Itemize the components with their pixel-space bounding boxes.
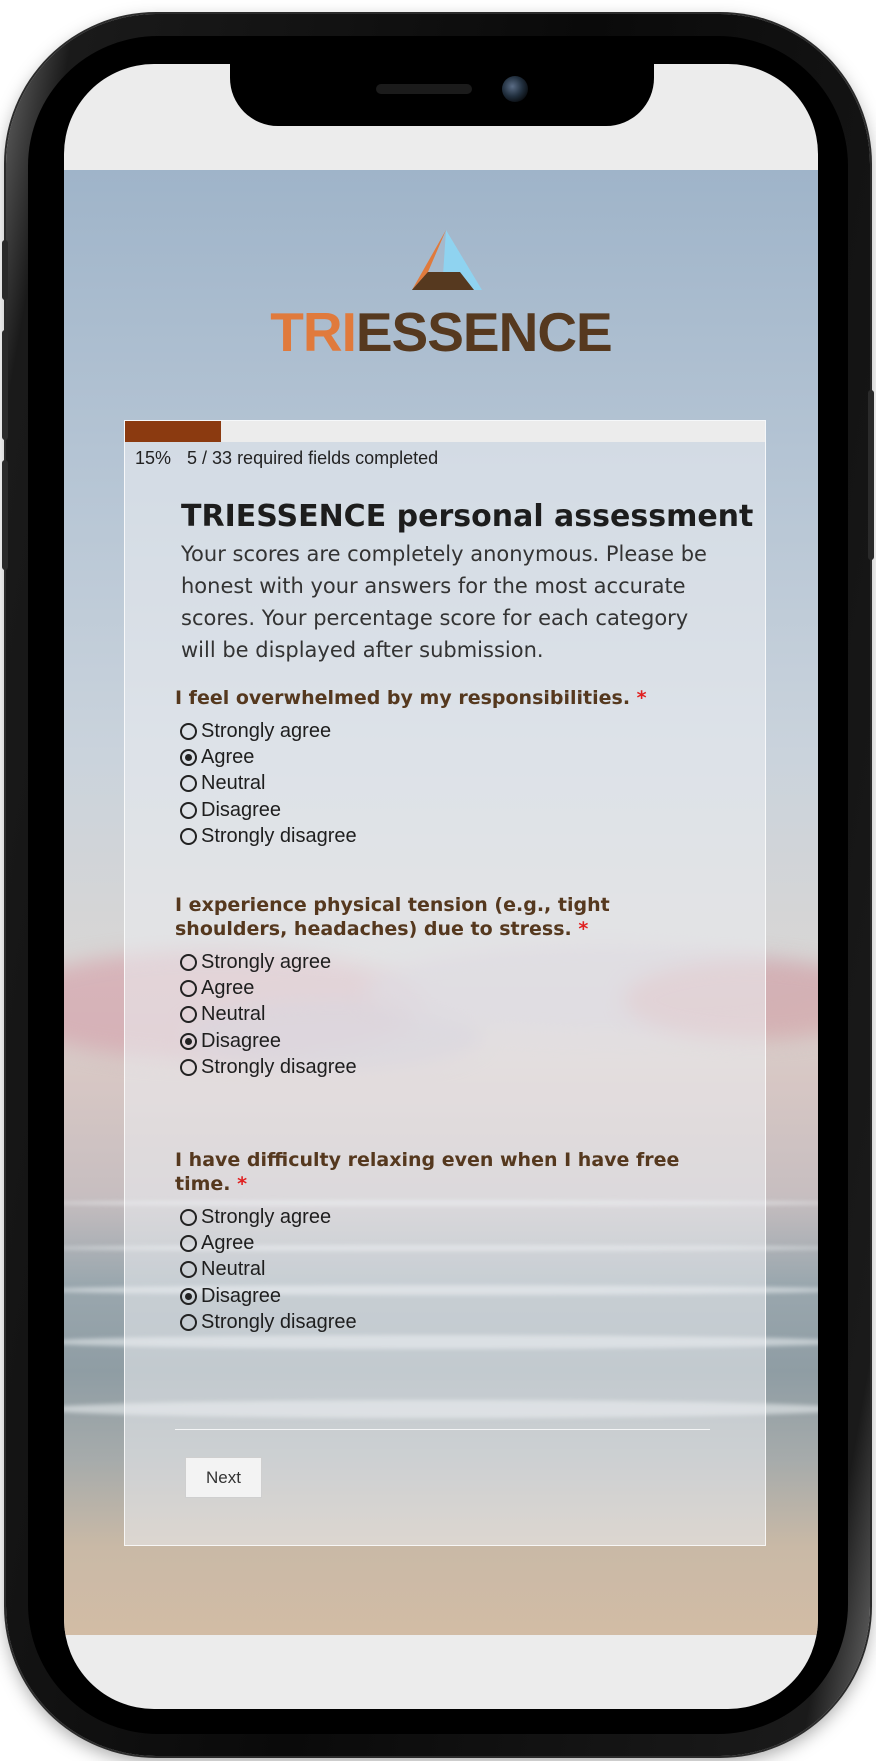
- question-text: I have difficulty relaxing even when I h…: [175, 1149, 680, 1195]
- speaker-grille: [376, 84, 472, 94]
- progress-percent: 15%: [135, 448, 172, 468]
- front-camera-icon: [502, 76, 528, 102]
- radio-option[interactable]: Strongly agree: [175, 718, 715, 744]
- phone-power-button: [868, 390, 874, 560]
- radio-option[interactable]: Disagree: [175, 797, 715, 823]
- radio-button[interactable]: [180, 1261, 197, 1279]
- radio-button[interactable]: [180, 979, 197, 997]
- question-label: I experience physical tension (e.g., tig…: [175, 893, 715, 941]
- question-text: I feel overwhelmed by my responsibilitie…: [175, 687, 631, 709]
- required-asterisk: *: [237, 1173, 248, 1195]
- radio-option[interactable]: Neutral: [175, 771, 715, 797]
- phone-notch: [230, 64, 654, 126]
- radio-option-label[interactable]: Agree: [201, 746, 254, 769]
- radio-option[interactable]: Neutral: [175, 1002, 715, 1028]
- radio-option[interactable]: Strongly disagree: [175, 1054, 715, 1080]
- radio-button[interactable]: [180, 1058, 197, 1076]
- assessment-form: 15% 5 / 33 required fields completed TRIE…: [124, 420, 766, 1546]
- phone-volume-up-button: [2, 330, 8, 440]
- radio-button[interactable]: [180, 1006, 197, 1024]
- question-block: I feel overwhelmed by my responsibilitie…: [175, 686, 715, 849]
- question-label: I feel overwhelmed by my responsibilitie…: [175, 686, 715, 710]
- radio-button-selected[interactable]: [180, 748, 197, 766]
- radio-option-label[interactable]: Strongly disagree: [201, 825, 357, 848]
- question-block: I experience physical tension (e.g., tig…: [175, 893, 715, 1080]
- radio-button-selected[interactable]: [180, 1287, 197, 1305]
- phone-volume-down-button: [2, 460, 8, 570]
- radio-option[interactable]: Strongly disagree: [175, 1309, 715, 1335]
- progress-fields-completed: 5 / 33 required fields completed: [187, 448, 439, 468]
- form-divider: [175, 1429, 710, 1430]
- radio-button[interactable]: [180, 775, 197, 793]
- radio-option[interactable]: Strongly agree: [175, 1204, 715, 1230]
- progress-bar: [125, 421, 765, 442]
- radio-option-label[interactable]: Disagree: [201, 799, 281, 822]
- logo-tri: TRI: [270, 301, 357, 363]
- form-title: TRIESSENCE personal assessment: [181, 499, 754, 534]
- radio-option[interactable]: Agree: [175, 1230, 715, 1256]
- radio-option-label[interactable]: Disagree: [201, 1285, 281, 1308]
- phone-screen: TRIESSENCE 15% 5 / 33 required fields com…: [64, 64, 818, 1709]
- radio-group: Strongly agree Agree Neutral Disagree Strong…: [175, 1204, 715, 1335]
- question-text: I experience physical tension (e.g., tig…: [175, 894, 610, 940]
- radio-option[interactable]: Disagree: [175, 1283, 715, 1309]
- radio-option[interactable]: Neutral: [175, 1257, 715, 1283]
- required-asterisk: *: [636, 687, 647, 709]
- phone-side-button: [2, 240, 8, 300]
- radio-option-label[interactable]: Strongly agree: [201, 1206, 331, 1229]
- radio-option[interactable]: Strongly agree: [175, 949, 715, 975]
- radio-option-label[interactable]: Agree: [201, 977, 254, 1000]
- radio-option-label[interactable]: Neutral: [201, 772, 265, 795]
- form-description: Your scores are completely anonymous. Pl…: [181, 542, 707, 662]
- radio-button[interactable]: [180, 1234, 197, 1252]
- radio-group: Strongly agree Agree Neutral Disagree Strong…: [175, 718, 715, 849]
- required-asterisk: *: [578, 918, 589, 940]
- background-beach-image: TRIESSENCE 15% 5 / 33 required fields com…: [64, 170, 818, 1635]
- progress-status: 15% 5 / 33 required fields completed: [135, 448, 438, 469]
- radio-button[interactable]: [180, 1313, 197, 1331]
- radio-option-label[interactable]: Neutral: [201, 1003, 265, 1026]
- radio-option[interactable]: Strongly disagree: [175, 823, 715, 849]
- radio-button[interactable]: [180, 953, 197, 971]
- radio-group: Strongly agree Agree Neutral Disagree Strong…: [175, 949, 715, 1080]
- radio-button[interactable]: [180, 827, 197, 845]
- radio-option-label[interactable]: Disagree: [201, 1030, 281, 1053]
- radio-option[interactable]: Disagree: [175, 1028, 715, 1054]
- radio-option-label[interactable]: Strongly agree: [201, 951, 331, 974]
- radio-button[interactable]: [180, 801, 197, 819]
- radio-button[interactable]: [180, 722, 197, 740]
- radio-button-selected[interactable]: [180, 1032, 197, 1050]
- question-label: I have difficulty relaxing even when I h…: [175, 1148, 715, 1196]
- radio-option[interactable]: Agree: [175, 744, 715, 770]
- triessence-logo: TRIESSENCE: [64, 228, 818, 362]
- radio-button[interactable]: [180, 1208, 197, 1226]
- progress-bar-fill: [125, 421, 221, 442]
- logo-wordmark: TRIESSENCE: [64, 302, 818, 362]
- radio-option-label[interactable]: Strongly agree: [201, 720, 331, 743]
- triangle-logo-icon: [412, 230, 482, 290]
- radio-option-label[interactable]: Strongly disagree: [201, 1056, 357, 1079]
- radio-option-label[interactable]: Agree: [201, 1232, 254, 1255]
- radio-option-label[interactable]: Neutral: [201, 1258, 265, 1281]
- question-block: I have difficulty relaxing even when I h…: [175, 1148, 715, 1335]
- logo-essence: ESSENCE: [355, 301, 613, 363]
- radio-option[interactable]: Agree: [175, 975, 715, 1001]
- next-button[interactable]: Next: [185, 1457, 262, 1498]
- radio-option-label[interactable]: Strongly disagree: [201, 1311, 357, 1334]
